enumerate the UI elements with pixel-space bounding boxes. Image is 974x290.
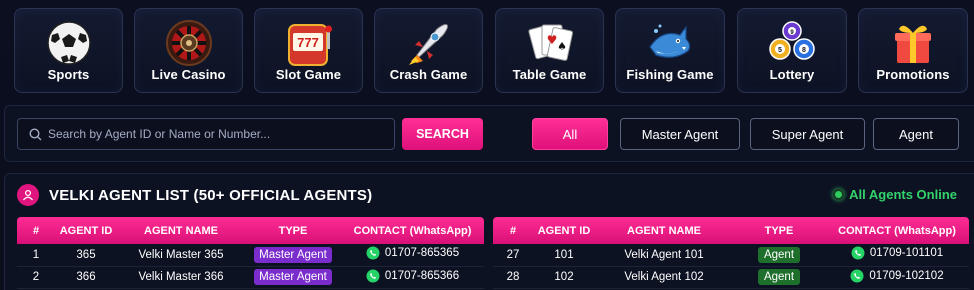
category-label: Table Game <box>512 67 587 82</box>
agent-table-left: # AGENT ID AGENT NAME TYPE CONTACT (What… <box>17 217 484 289</box>
filter-agent-button[interactable]: Agent <box>873 118 959 150</box>
category-fishing-game[interactable]: Fishing Game <box>615 8 725 93</box>
svg-text:8: 8 <box>802 47 806 54</box>
column-header: TYPE <box>733 217 825 244</box>
agent-name: Velki Master 366 <box>117 266 245 289</box>
table-row[interactable]: 27 101 Velki Agent 101 Agent 01709-10110… <box>493 244 969 267</box>
row-number: 1 <box>17 244 55 267</box>
online-status-label: All Agents Online <box>849 187 957 202</box>
agent-list-header: VELKI AGENT LIST (50+ OFFICIAL AGENTS) <box>17 184 372 206</box>
column-header: AGENT ID <box>533 217 595 244</box>
rocket-icon <box>408 24 448 65</box>
whatsapp-icon <box>366 269 380 282</box>
online-dot-icon <box>833 189 845 200</box>
contact-number: 01707-865365 <box>384 247 460 260</box>
whatsapp-icon <box>366 246 380 260</box>
agent-id: 366 <box>55 266 117 289</box>
category-label: Lottery <box>769 67 815 82</box>
user-icon <box>17 184 39 206</box>
table-header-row: # AGENT ID AGENT NAME TYPE CONTACT (What… <box>493 217 969 244</box>
agent-name: Velki Agent 102 <box>595 266 733 289</box>
filter-master-agent-button[interactable]: Master Agent <box>620 118 740 150</box>
whatsapp-contact[interactable]: 01709-102102 <box>850 269 944 283</box>
playing-cards-icon: ♥ ♠ <box>527 24 573 61</box>
agent-id: 102 <box>533 266 595 289</box>
search-box <box>17 118 395 150</box>
filter-all-button[interactable]: All <box>532 118 608 150</box>
whatsapp-icon <box>850 269 864 282</box>
table-row[interactable]: 28 102 Velki Agent 102 Agent 01709-10210… <box>493 266 969 289</box>
online-status: All Agents Online <box>833 187 957 202</box>
category-label: Slot Game <box>275 67 342 82</box>
svg-text:♥: ♥ <box>546 33 557 47</box>
category-crash-game[interactable]: Crash Game <box>374 8 483 93</box>
category-label: Live Casino <box>151 67 226 82</box>
category-label: Crash Game <box>389 67 468 82</box>
category-lottery[interactable]: 5 8 9 Lottery <box>737 8 847 93</box>
whatsapp-contact[interactable]: 01709-101101 <box>851 246 943 260</box>
table-row[interactable]: 1 365 Velki Master 365 Master Agent 0170… <box>17 244 484 267</box>
shark-icon <box>649 24 691 58</box>
type-badge: Master Agent <box>254 246 332 263</box>
row-number: 28 <box>493 266 533 289</box>
svg-text:5: 5 <box>778 47 782 54</box>
search-input[interactable] <box>48 119 388 149</box>
gift-box-icon <box>895 25 931 63</box>
table-row[interactable]: 2 366 Velki Master 366 Master Agent 0170… <box>17 266 484 289</box>
contact-number: 01709-101101 <box>869 247 944 260</box>
table-header-row: # AGENT ID AGENT NAME TYPE CONTACT (What… <box>17 217 484 244</box>
whatsapp-contact[interactable]: 01707-865366 <box>366 269 459 283</box>
category-bar: Sports Live Casino 777 Slot Game Crash G… <box>14 8 974 94</box>
lottery-balls-icon: 5 8 9 <box>769 21 815 60</box>
contact-number: 01707-865366 <box>384 269 460 282</box>
category-label: Fishing Game <box>626 67 714 82</box>
filter-panel: SEARCH All Master Agent Super Agent Agen… <box>4 105 974 162</box>
whatsapp-icon <box>851 246 865 260</box>
category-label: Sports <box>47 67 90 82</box>
agent-id: 365 <box>55 244 117 267</box>
row-number: 2 <box>17 266 55 289</box>
svg-text:♠: ♠ <box>557 40 567 53</box>
column-header: CONTACT (WhatsApp) <box>825 217 969 244</box>
column-header: AGENT ID <box>55 217 117 244</box>
column-header: AGENT NAME <box>595 217 733 244</box>
type-badge: Agent <box>757 269 801 285</box>
category-sports[interactable]: Sports <box>14 8 123 93</box>
svg-text:777: 777 <box>297 35 319 50</box>
agent-name: Velki Master 365 <box>117 244 245 267</box>
category-label: Promotions <box>876 67 950 82</box>
agent-name: Velki Agent 101 <box>595 244 733 267</box>
category-live-casino[interactable]: Live Casino <box>134 8 243 93</box>
type-badge: Master Agent <box>254 269 332 285</box>
type-badge: Agent <box>757 246 801 263</box>
slot-machine-icon: 777 <box>287 24 332 66</box>
category-promotions[interactable]: Promotions <box>858 8 968 93</box>
agent-table-right: # AGENT ID AGENT NAME TYPE CONTACT (What… <box>493 217 969 289</box>
column-header: # <box>17 217 55 244</box>
agent-id: 101 <box>533 244 595 267</box>
column-header: # <box>493 217 533 244</box>
column-header: CONTACT (WhatsApp) <box>341 217 484 244</box>
roulette-wheel-icon <box>165 20 212 66</box>
agent-page: Sports Live Casino 777 Slot Game Crash G… <box>0 0 974 290</box>
row-number: 27 <box>493 244 533 267</box>
category-slot-game[interactable]: 777 Slot Game <box>254 8 363 93</box>
filter-super-agent-button[interactable]: Super Agent <box>750 118 865 150</box>
soccer-ball-icon <box>46 21 91 65</box>
whatsapp-contact[interactable]: 01707-865365 <box>366 246 459 260</box>
column-header: AGENT NAME <box>117 217 245 244</box>
agent-list-title: VELKI AGENT LIST (50+ OFFICIAL AGENTS) <box>49 186 373 204</box>
column-header: TYPE <box>245 217 341 244</box>
contact-number: 01709-102102 <box>869 269 944 282</box>
agent-list-panel: VELKI AGENT LIST (50+ OFFICIAL AGENTS) A… <box>4 173 974 290</box>
category-table-game[interactable]: ♥ ♠ Table Game <box>495 8 604 93</box>
search-icon <box>29 128 42 141</box>
search-button[interactable]: SEARCH <box>402 118 483 150</box>
